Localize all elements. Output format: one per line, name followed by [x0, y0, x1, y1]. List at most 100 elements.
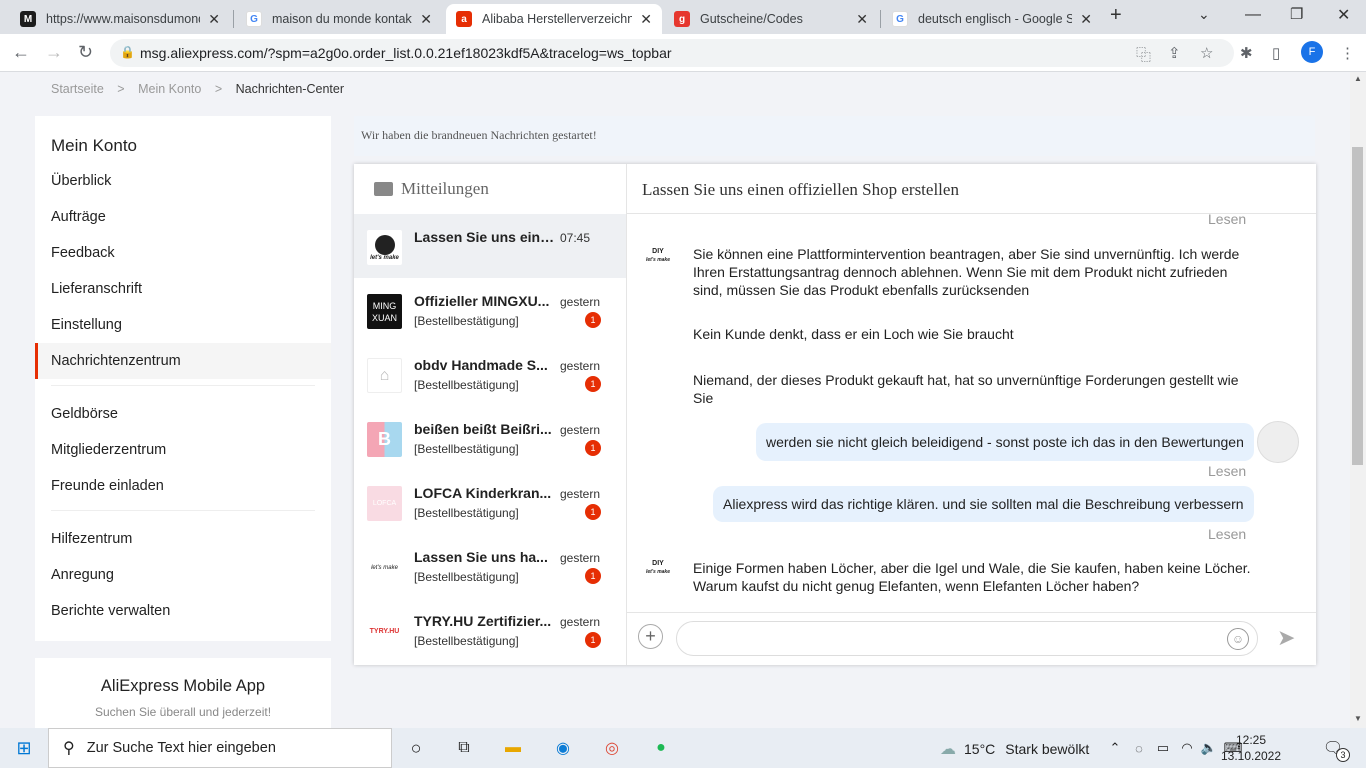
wifi-icon[interactable]: ◠	[1176, 737, 1198, 759]
avatar-text: let's make	[370, 254, 399, 261]
sidebar-item-invite-friends[interactable]: Freunde einladen	[35, 468, 331, 504]
forward-icon[interactable]: →	[45, 42, 63, 63]
avatar-text: DIY	[652, 248, 664, 255]
scroll-up-icon[interactable]: ▲	[1354, 74, 1362, 83]
weather-widget[interactable]: ☁ 15°C Stark bewölkt	[940, 739, 1089, 759]
sidebar-item-message-center[interactable]: Nachrichtenzentrum	[35, 343, 331, 379]
profile-avatar[interactable]: F	[1301, 41, 1323, 63]
sidebar-item-member-center[interactable]: Mitgliederzentrum	[35, 432, 331, 468]
mobile-app-promo[interactable]: AliExpress Mobile App Suchen Sie überall…	[35, 658, 331, 728]
sidebar-item-help-center[interactable]: Hilfezentrum	[35, 521, 331, 557]
new-tab-button[interactable]: +	[1110, 4, 1122, 27]
conversation-item[interactable]: MING XUAN Offizieller MINGXU... gestern …	[354, 278, 626, 342]
taskbar-search[interactable]: ⚲ Zur Suche Text hier eingeben	[48, 728, 392, 768]
side-panel-icon[interactable]: ▯	[1272, 44, 1280, 62]
sidebar-item-shipping-address[interactable]: Lieferanschrift	[35, 271, 331, 307]
close-tab-icon[interactable]: ✕	[420, 11, 432, 28]
conversation-item[interactable]: LOFCA LOFCA Kinderkran... gestern [Beste…	[354, 470, 626, 534]
battery-icon[interactable]: ▭	[1152, 737, 1174, 759]
shop-avatar: let's make	[367, 550, 402, 585]
browser-toolbar: ← → ↻ 🔒 msg.aliexpress.com/?spm=a2g0o.or…	[0, 34, 1366, 72]
address-bar[interactable]: 🔒 msg.aliexpress.com/?spm=a2g0o.order_li…	[110, 39, 1234, 67]
conversation-name: beißen beißt Beißri...	[414, 421, 552, 437]
sidebar-item-feedback[interactable]: Feedback	[35, 235, 331, 271]
conversation-item[interactable]: ⌂ obdv Handmade S... gestern [Bestellbes…	[354, 342, 626, 406]
browser-tab-active[interactable]: a Alibaba Herstellerverzeichnis ✕	[446, 4, 662, 34]
close-tab-icon[interactable]: ✕	[208, 11, 220, 28]
translate-icon[interactable]: ⿻	[1136, 44, 1151, 65]
close-tab-icon[interactable]: ✕	[856, 11, 868, 28]
browser-tab[interactable]: M https://www.maisonsdumonde ✕	[10, 4, 230, 34]
page-scrollbar[interactable]: ▲ ▼	[1350, 72, 1366, 728]
conversation-item[interactable]: let's make Lassen Sie uns ha... gestern …	[354, 534, 626, 598]
tray-app-icon[interactable]: ◌	[1128, 737, 1150, 759]
sidebar-item-settings[interactable]: Einstellung	[35, 307, 331, 343]
app-promo-subtitle: Suchen Sie überall und jederzeit!	[94, 705, 272, 719]
conversation-item[interactable]: B beißen beißt Beißri... gestern [Bestel…	[354, 406, 626, 470]
clock-time: 12:25	[1235, 733, 1267, 747]
sidebar-item-suggestion[interactable]: Anregung	[35, 557, 331, 593]
clock[interactable]: 12:25 13.10.2022	[1220, 732, 1282, 764]
share-icon[interactable]: ⇪	[1168, 44, 1181, 62]
reload-icon[interactable]: ↻	[78, 42, 93, 63]
sidebar-item-manage-reports[interactable]: Berichte verwalten	[35, 593, 331, 629]
sidebar-title: Mein Konto	[51, 136, 137, 155]
breadcrumb-home[interactable]: Startseite	[51, 82, 104, 96]
extensions-icon[interactable]: ✱	[1240, 44, 1253, 62]
shop-avatar: let's make	[367, 230, 402, 265]
conversation-list-header: Mitteilungen	[354, 164, 626, 214]
message-input[interactable]	[676, 621, 1258, 656]
windows-taskbar: ⊞ ⚲ Zur Suche Text hier eingeben ○ ⧉ ▬ ◉…	[0, 728, 1366, 768]
back-icon[interactable]: ←	[12, 42, 30, 63]
conversation-time: gestern	[560, 487, 601, 501]
breadcrumb: Startseite > Mein Konto > Nachrichten-Ce…	[51, 82, 344, 96]
conversation-preview: [Bestellbestätigung]	[414, 314, 519, 328]
chat-bubble-icon	[374, 182, 393, 196]
chrome-icon[interactable]: ◎	[601, 737, 623, 759]
attach-plus-icon[interactable]: +	[638, 624, 663, 649]
conversation-preview: [Bestellbestätigung]	[414, 506, 519, 520]
close-tab-icon[interactable]: ✕	[1080, 11, 1092, 28]
read-status: Lesen	[1208, 214, 1247, 227]
unread-badge: 1	[585, 312, 601, 328]
sidebar-item-wallet[interactable]: Geldbörse	[35, 396, 331, 432]
close-window-icon[interactable]: ✕	[1337, 5, 1350, 25]
minimize-icon[interactable]: —	[1245, 6, 1261, 24]
task-view-icon[interactable]: ⧉	[453, 737, 475, 759]
edge-icon[interactable]: ◉	[552, 737, 574, 759]
conversation-list: Mitteilungen let's make Lassen Sie uns e…	[354, 164, 627, 665]
search-icon: ⚲	[63, 740, 75, 757]
conversation-preview: [Bestellbestätigung]	[414, 570, 519, 584]
browser-tab[interactable]: G deutsch englisch - Google S ✕	[882, 4, 1102, 34]
file-explorer-icon[interactable]: ▬	[502, 737, 524, 759]
windows-start-icon[interactable]: ⊞	[13, 737, 35, 759]
close-tab-icon[interactable]: ✕	[640, 11, 652, 28]
seller-message: Sie können eine Plattformintervention be…	[693, 246, 1240, 298]
conversation-item[interactable]: TYRY.HU TYRY.HU Zertifizier... gestern […	[354, 598, 626, 662]
tab-separator	[880, 10, 881, 28]
page-content: Startseite > Mein Konto > Nachrichten-Ce…	[0, 72, 1350, 728]
browser-tab[interactable]: g Gutscheine/Codes ✕	[664, 4, 878, 34]
bookmark-star-icon[interactable]: ☆	[1200, 44, 1213, 62]
avatar-text: let's make	[646, 257, 670, 263]
scroll-down-icon[interactable]: ▼	[1354, 714, 1362, 723]
maximize-icon[interactable]: ❐	[1290, 5, 1303, 23]
send-icon[interactable]: ➤	[1277, 625, 1295, 651]
browser-tab[interactable]: G maison du monde kontakt - G ✕	[236, 4, 442, 34]
browser-menu-icon[interactable]: ⋮	[1340, 44, 1355, 62]
chat-history: Lesen DIY let's make Sie können eine Pla…	[627, 214, 1316, 612]
sidebar-item-overview[interactable]: Überblick	[35, 163, 331, 199]
breadcrumb-account[interactable]: Mein Konto	[138, 82, 201, 96]
scrollbar-thumb[interactable]	[1352, 147, 1363, 465]
conversation-item-active[interactable]: let's make Lassen Sie uns eine... 07:45	[354, 214, 626, 278]
sidebar-item-orders[interactable]: Aufträge	[35, 199, 331, 235]
spotify-icon[interactable]: ●	[650, 737, 672, 759]
cortana-icon[interactable]: ○	[405, 737, 427, 759]
tray-chevron-icon[interactable]: ⌃	[1104, 737, 1126, 759]
tab-separator	[233, 10, 234, 28]
emoji-icon[interactable]: ☺	[1227, 628, 1249, 650]
breadcrumb-current: Nachrichten-Center	[235, 82, 344, 96]
unread-badge: 1	[585, 632, 601, 648]
tab-search-icon[interactable]: ⌄	[1198, 6, 1210, 23]
volume-icon[interactable]: 🔈	[1198, 737, 1220, 759]
